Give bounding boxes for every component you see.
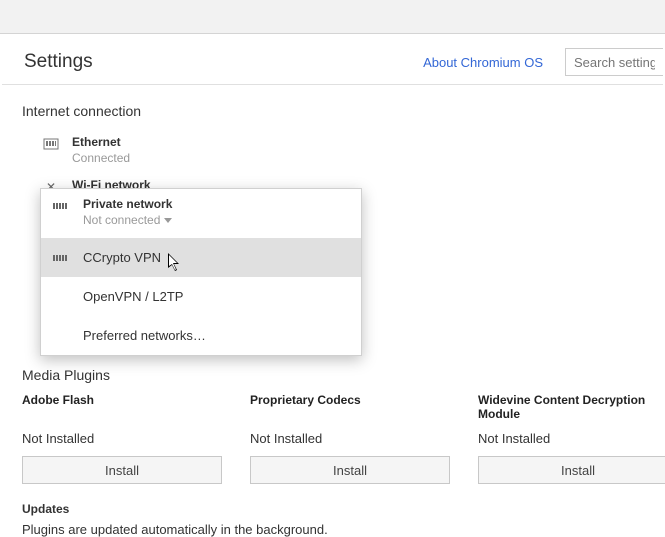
private-network-status-text: Not connected	[83, 213, 160, 229]
plugin-widevine: Widevine Content Decryption Module Not I…	[478, 393, 665, 484]
plugin-status: Not Installed	[22, 431, 222, 446]
plugin-status: Not Installed	[478, 431, 665, 446]
install-button[interactable]: Install	[478, 456, 665, 484]
dropdown-item-ccrypto-vpn[interactable]: CCrypto VPN	[41, 238, 361, 277]
media-section-title: Media Plugins	[22, 367, 643, 383]
chevron-down-icon	[164, 218, 172, 223]
vpn-icon	[53, 199, 71, 213]
ethernet-icon	[42, 137, 60, 151]
private-network-name: Private network	[83, 197, 172, 213]
install-button[interactable]: Install	[22, 456, 222, 484]
ethernet-item[interactable]: Ethernet Connected	[42, 131, 643, 174]
settings-header: Settings About Chromium OS	[2, 34, 663, 85]
internet-section-title: Internet connection	[22, 103, 643, 119]
plugins-row: Adobe Flash Not Installed Install Propri…	[22, 393, 643, 484]
plugin-name: Proprietary Codecs	[250, 393, 450, 421]
private-network-header[interactable]: Private network Not connected	[41, 189, 361, 238]
content-area: Internet connection Ethernet Connected ✕…	[0, 85, 665, 537]
plugin-name: Widevine Content Decryption Module	[478, 393, 665, 421]
updates-title: Updates	[22, 502, 643, 516]
updates-description: Plugins are updated automatically in the…	[22, 522, 643, 537]
dropdown-item-label: OpenVPN / L2TP	[83, 289, 183, 304]
search-input[interactable]	[565, 48, 663, 76]
dropdown-item-label: Preferred networks…	[83, 328, 206, 343]
dropdown-item-preferred-networks[interactable]: Preferred networks…	[41, 316, 361, 355]
dropdown-item-label: CCrypto VPN	[83, 250, 161, 265]
plugin-name: Adobe Flash	[22, 393, 222, 421]
install-button[interactable]: Install	[250, 456, 450, 484]
dropdown-item-openvpn[interactable]: OpenVPN / L2TP	[41, 277, 361, 316]
page-title: Settings	[24, 51, 423, 73]
private-network-status: Not connected	[83, 213, 172, 229]
ethernet-status: Connected	[72, 151, 130, 167]
window-topbar	[0, 0, 665, 34]
private-network-dropdown: Private network Not connected CCrypto VP…	[40, 188, 362, 356]
ethernet-name: Ethernet	[72, 135, 130, 151]
plugin-status: Not Installed	[250, 431, 450, 446]
plugin-adobe-flash: Adobe Flash Not Installed Install	[22, 393, 222, 484]
about-link[interactable]: About Chromium OS	[423, 55, 543, 70]
plugin-proprietary-codecs: Proprietary Codecs Not Installed Install	[250, 393, 450, 484]
vpn-icon	[53, 251, 71, 265]
